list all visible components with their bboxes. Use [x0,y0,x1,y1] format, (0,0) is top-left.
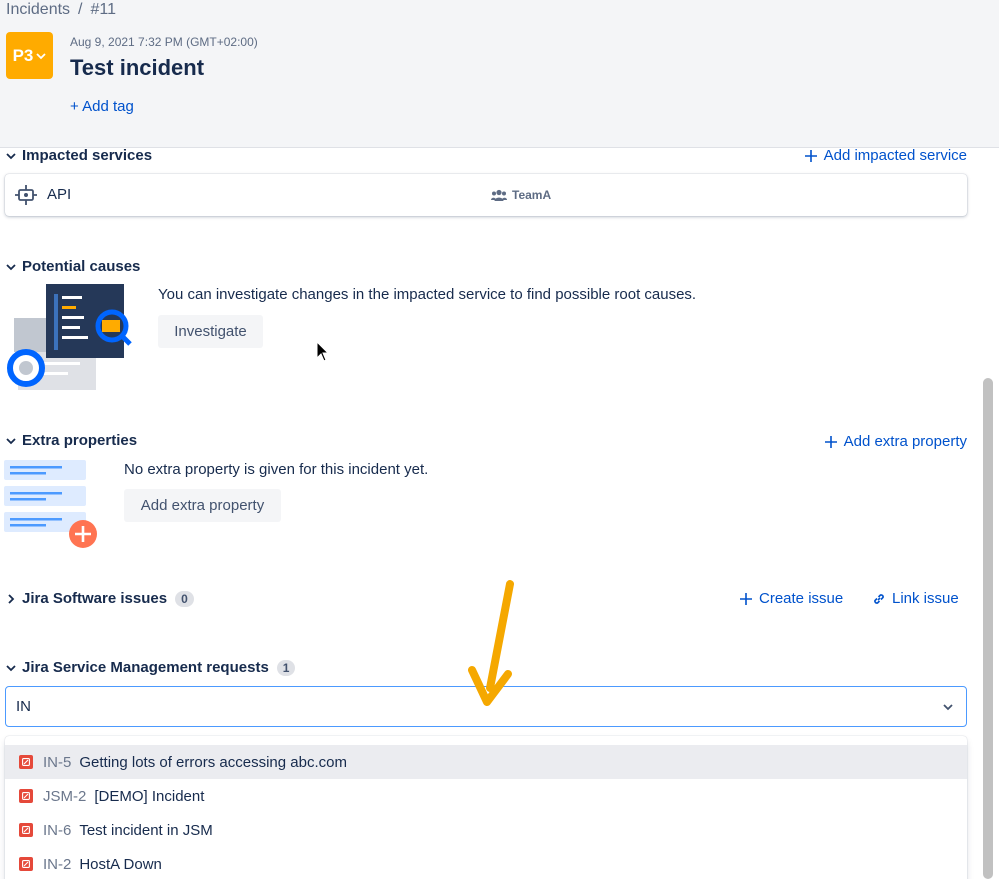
issue-key: IN-2 [43,855,72,873]
section-title: Potential causes [22,258,141,275]
jira-issue-icon [19,857,33,871]
section-title: Jira Service Management requests [22,659,269,676]
issue-summary: Test incident in JSM [79,821,213,839]
jira-issue-icon [19,789,33,803]
potential-causes-heading[interactable]: Potential causes [6,258,140,275]
issue-key: JSM-2 [43,787,87,805]
chevron-down-icon [6,152,16,159]
impacted-services-heading[interactable]: Impacted services [6,147,152,164]
issue-summary: [DEMO] Incident [94,787,205,805]
link-issue-button[interactable]: Link issue [872,590,959,607]
priority-selector[interactable]: P3 [6,32,53,79]
link-icon [874,593,884,604]
incident-header: Incidents / #11 P3 Aug 9, 2021 7:32 PM (GM… [0,0,999,148]
breadcrumb: Incidents / #11 [6,1,116,19]
extra-properties-heading[interactable]: Extra properties [6,432,137,449]
action-label: Add extra property [843,433,967,450]
service-name: API [47,186,72,203]
breadcrumb-current[interactable]: #11 [91,1,117,18]
chevron-down-icon[interactable] [942,701,954,713]
service-card[interactable]: API TeamA [5,174,967,216]
create-issue-button[interactable]: Create issue [739,590,843,607]
extra-properties-illustration [4,460,97,548]
team-icon [491,189,507,201]
jsm-requests-heading[interactable]: Jira Service Management requests 1 [6,659,296,676]
page-title: Test incident [70,55,205,80]
jira-issue-icon [19,755,33,769]
chevron-down-icon [36,52,47,59]
section-title: Impacted services [22,147,153,164]
add-impacted-service-button[interactable]: Add impacted service [804,147,967,164]
chevron-right-icon [8,593,15,604]
dropdown-option[interactable]: IN-2 HostA Down [5,847,967,879]
priority-label: P3 [12,45,34,65]
scrollbar-thumb[interactable] [983,378,993,879]
plus-icon [740,592,752,605]
chevron-down-icon [6,437,16,444]
action-label: Create issue [759,590,844,607]
extra-properties-empty-text: No extra property is given for this inci… [124,461,429,478]
add-extra-property-link[interactable]: Add extra property [824,433,967,450]
jira-issue-icon [19,823,33,837]
service-icon [15,185,37,205]
chevron-down-icon [6,263,16,270]
dropdown-option[interactable]: IN-6 Test incident in JSM [5,813,967,847]
add-extra-property-button[interactable]: Add extra property [124,489,281,522]
section-title: Extra properties [22,432,138,449]
dropdown-option[interactable]: IN-5 Getting lots of errors accessing ab… [5,745,967,779]
breadcrumb-separator: / [78,1,83,18]
issue-summary: HostA Down [79,855,162,873]
issue-key: IN-6 [43,821,72,839]
issue-key: IN-5 [43,753,72,771]
plus-icon [824,435,837,448]
action-label: Add impacted service [823,147,967,164]
add-tag-button[interactable]: + Add tag [70,98,134,115]
jsm-request-dropdown: IN-5 Getting lots of errors accessing ab… [5,736,967,879]
jira-software-issues-heading[interactable]: Jira Software issues 0 [6,590,194,607]
plus-icon [804,149,817,162]
investigate-illustration [7,284,132,390]
mouse-cursor-icon [316,341,330,362]
issue-summary: Getting lots of errors accessing abc.com [79,753,347,771]
dropdown-option[interactable]: JSM-2 [DEMO] Incident [5,779,967,813]
section-title: Jira Software issues [22,590,168,607]
issue-count-badge: 0 [175,590,194,607]
select-input-value[interactable]: IN [16,698,31,715]
action-label: Link issue [892,590,959,607]
incident-date: Aug 9, 2021 7:32 PM (GMT+02:00) [70,35,258,49]
investigate-button[interactable]: Investigate [158,315,263,348]
annotation-arrow-icon [468,580,514,706]
chevron-down-icon [6,664,16,671]
team-name: TeamA [512,188,552,202]
team-badge: TeamA [491,188,551,202]
causes-description: You can investigate changes in the impac… [158,286,697,303]
breadcrumb-incidents[interactable]: Incidents [6,1,70,18]
request-count-badge: 1 [276,659,296,676]
